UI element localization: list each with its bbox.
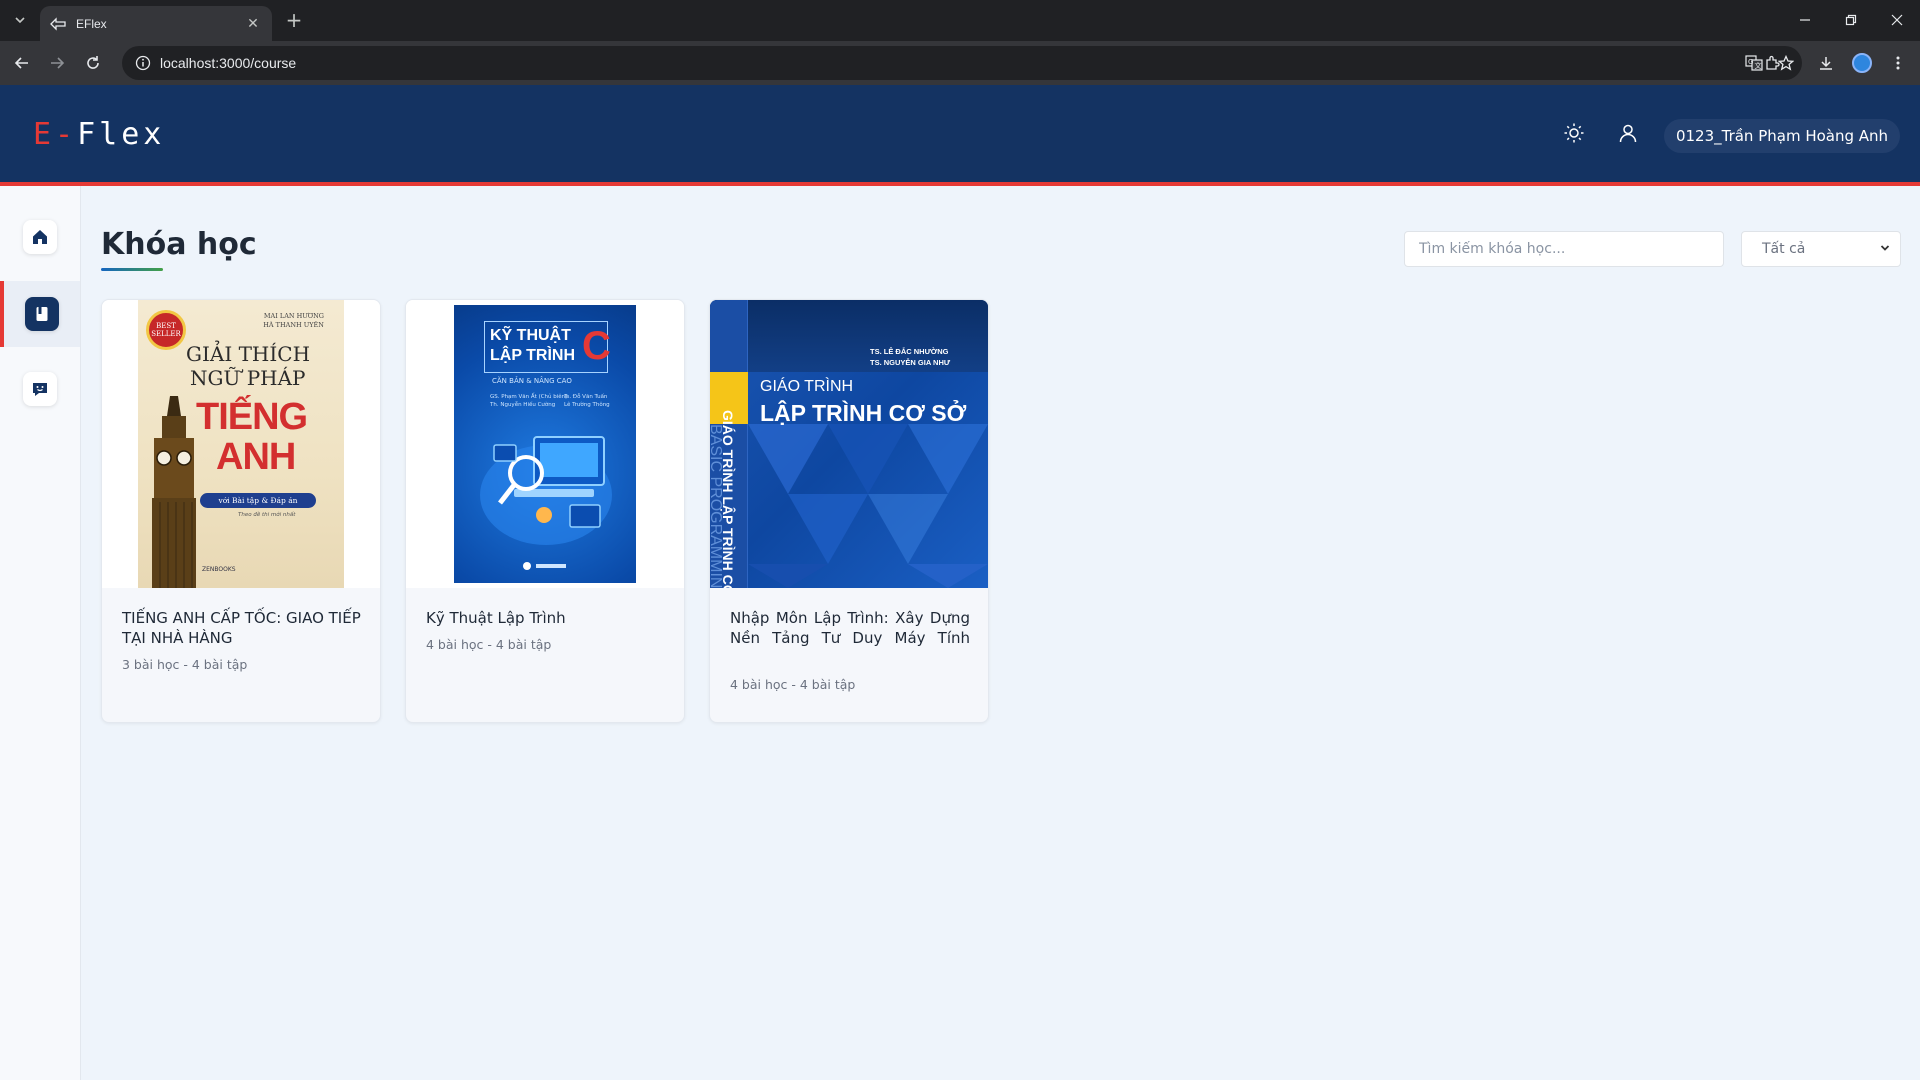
site-info-icon[interactable] <box>126 46 160 80</box>
browser-menu-icon[interactable] <box>1886 51 1910 75</box>
cover-line: TIẾNG <box>196 396 308 438</box>
sidebar-item-courses[interactable] <box>0 281 80 347</box>
course-meta: 4 bài học - 4 bài tập <box>730 677 856 692</box>
user-icon[interactable] <box>1613 118 1643 148</box>
restore-icon[interactable] <box>1836 8 1866 32</box>
tab-close-icon[interactable]: ✕ <box>244 16 262 32</box>
cover-publisher: ZENBOOKS <box>202 566 236 573</box>
svg-text:G: G <box>1748 58 1753 66</box>
cover-line: GIÁO TRÌNH <box>760 378 854 395</box>
course-title[interactable]: Nhập Môn Lập Trình: Xây Dựng Nền Tảng Tư… <box>730 608 970 648</box>
eflex-favicon-icon <box>50 16 66 32</box>
cover-authors: MAI LAN HƯƠNG HÀ THANH UYÊN <box>263 312 324 329</box>
app-header: E-Flex 0123_Trần Phạm Hoàng Anh <box>0 85 1920 182</box>
course-search-input[interactable] <box>1404 231 1724 267</box>
chat-icon <box>23 372 57 406</box>
minimize-icon[interactable] <box>1790 8 1820 32</box>
sidebar-item-chat[interactable] <box>0 356 80 422</box>
book-icon <box>25 297 59 331</box>
new-tab-button[interactable]: + <box>283 9 305 31</box>
filter-selected-value: Tất cả <box>1762 241 1806 257</box>
browser-tabstrip: EFlex ✕ + <box>0 0 1920 41</box>
publisher-logo-icon <box>523 562 566 570</box>
cover-subtitle: CĂN BẢN & NÂNG CAO <box>492 377 572 385</box>
cover-c-programming: KỸ THUẬT LẬP TRÌNH C CĂN BẢN & NÂNG CAO … <box>454 305 636 583</box>
cover-letter: C <box>582 324 611 368</box>
title-underline <box>101 268 163 271</box>
cover-english-grammar: BEST SELLER MAI LAN HƯƠNG HÀ THANH UYÊN … <box>138 300 344 588</box>
tab-title: EFlex <box>76 16 107 31</box>
cover-basic-programming: BASIC PROGRAMMING GIÁO TRÌNH LẬP TRÌNH C… <box>710 300 988 588</box>
cover-line: LẬP TRÌNH CƠ SỞ <box>760 400 967 426</box>
cover-authors: GS. Phạm Văn Ất (Chủ biên) Th. Nguyễn Hi… <box>490 394 568 408</box>
tab-search-icon[interactable] <box>10 10 30 30</box>
cover-line: ANH <box>216 436 296 478</box>
chevron-down-icon <box>1880 241 1890 257</box>
url-text: localhost:3000/course <box>160 55 297 71</box>
browser-tab[interactable]: EFlex ✕ <box>40 6 272 41</box>
header-accent-line <box>0 182 1920 186</box>
course-card[interactable]: KỸ THUẬT LẬP TRÌNH C CĂN BẢN & NÂNG CAO … <box>405 299 685 723</box>
close-window-icon[interactable] <box>1882 8 1912 32</box>
best-seller-badge: BEST SELLER <box>146 310 186 350</box>
course-title[interactable]: Kỹ Thuật Lập Trình <box>426 608 666 628</box>
sidebar-item-home[interactable] <box>0 204 80 270</box>
course-card[interactable]: BASIC PROGRAMMING GIÁO TRÌNH LẬP TRÌNH C… <box>709 299 989 723</box>
big-ben-icon <box>152 396 196 588</box>
home-icon <box>23 220 57 254</box>
course-title[interactable]: TIẾNG ANH CẤP TỐC: GIAO TIẾP TẠI NHÀ HÀN… <box>122 608 362 648</box>
course-cover[interactable]: KỸ THUẬT LẬP TRÌNH C CĂN BẢN & NÂNG CAO … <box>406 300 684 588</box>
reload-icon[interactable] <box>81 51 105 75</box>
cover-subtitle: Theo đề thi mới nhất <box>238 512 296 518</box>
back-icon[interactable] <box>10 51 34 75</box>
triangle-pattern-icon <box>748 424 988 588</box>
extensions-icon[interactable] <box>1760 51 1784 75</box>
cover-ribbon: với Bài tập & Đáp án <box>200 493 316 508</box>
browser-toolbar: localhost:3000/course G文 <box>0 41 1920 85</box>
page-title: Khóa học <box>101 227 257 262</box>
cover-line: KỸ THUẬT <box>490 327 571 344</box>
cover-authors: Ts. Đỗ Văn Tuấn Lê Trường Thông <box>564 394 610 408</box>
eflex-logo[interactable]: E-Flex <box>33 117 165 152</box>
course-cover[interactable]: BEST SELLER MAI LAN HƯƠNG HÀ THANH UYÊN … <box>102 300 380 588</box>
course-meta: 3 bài học - 4 bài tập <box>122 657 248 672</box>
course-cover[interactable]: BASIC PROGRAMMING GIÁO TRÌNH LẬP TRÌNH C… <box>710 300 988 588</box>
cover-line: NGỮ PHÁP <box>190 366 306 390</box>
course-filter-select[interactable]: Tất cả <box>1741 231 1901 267</box>
cover-spine-text: GIÁO TRÌNH LẬP TRÌNH CƠ SỞ <box>720 410 736 588</box>
address-bar[interactable]: localhost:3000/course G文 <box>122 46 1802 80</box>
cover-line: LẬP TRÌNH <box>490 347 576 364</box>
user-name-button[interactable]: 0123_Trần Phạm Hoàng Anh <box>1664 119 1900 153</box>
download-icon[interactable] <box>1814 51 1838 75</box>
sun-icon[interactable] <box>1559 118 1589 148</box>
profile-avatar-icon[interactable] <box>1850 51 1874 75</box>
sidebar <box>0 186 81 1080</box>
course-card[interactable]: BEST SELLER MAI LAN HƯƠNG HÀ THANH UYÊN … <box>101 299 381 723</box>
course-meta: 4 bài học - 4 bài tập <box>426 637 552 652</box>
computer-illustration-icon <box>480 436 612 545</box>
forward-icon[interactable] <box>45 51 69 75</box>
cover-line: GIẢI THÍCH <box>186 342 311 366</box>
cover-authors: TS. LÊ ĐẮC NHƯỜNG TS. NGUYỄN GIA NHƯ <box>870 347 951 367</box>
